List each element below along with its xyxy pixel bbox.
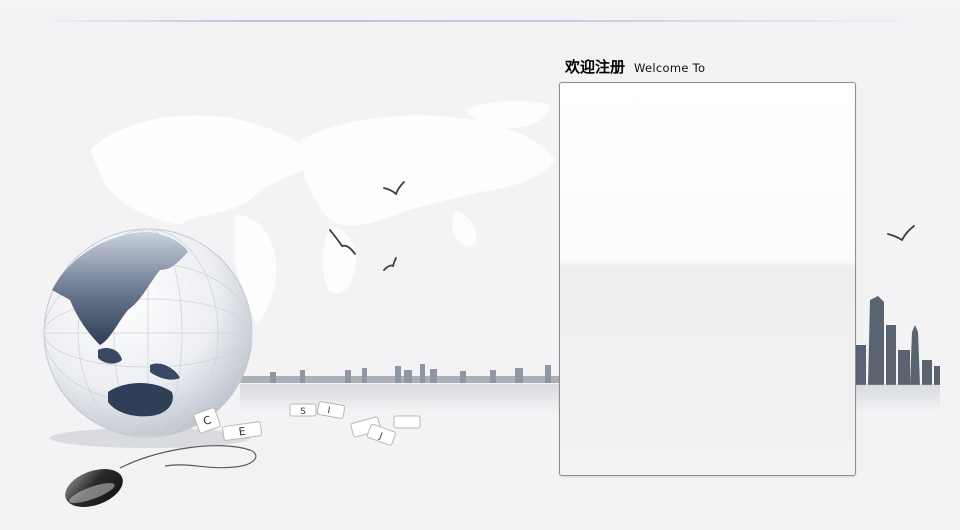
welcome-title-cn: 欢迎注册 (565, 58, 626, 76)
mouse (65, 445, 257, 507)
register-page: C E S I J 欢迎注册 Welcome To (0, 0, 960, 530)
registration-panel (559, 82, 856, 476)
welcome-title-en: Welcome To (634, 61, 706, 75)
key-s: S (300, 407, 306, 417)
welcome-heading: 欢迎注册 Welcome To (565, 56, 705, 78)
globe (43, 228, 253, 448)
